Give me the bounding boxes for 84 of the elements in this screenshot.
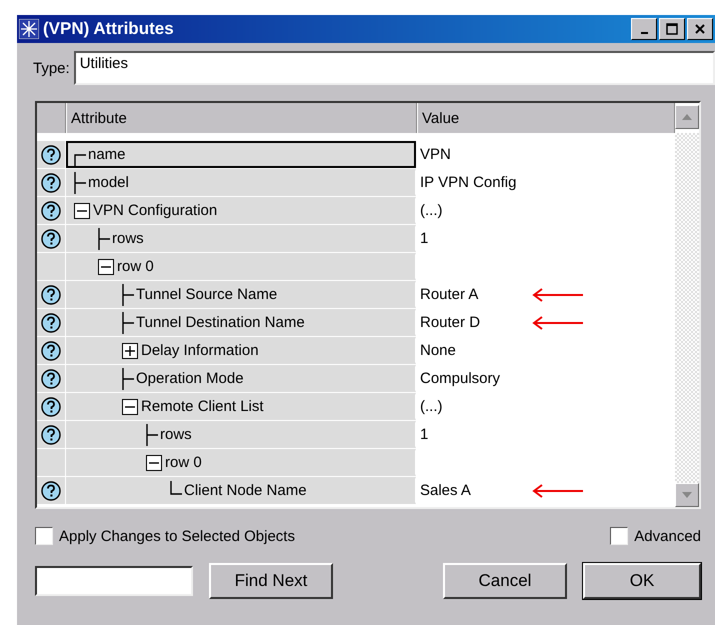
value-cell[interactable]: 1 — [416, 421, 675, 448]
help-icon[interactable] — [41, 284, 61, 304]
tree-connector — [146, 424, 158, 446]
maximize-button[interactable] — [659, 18, 685, 40]
attribute-name: VPN Configuration — [93, 202, 218, 219]
find-field[interactable] — [35, 566, 193, 596]
star-icon — [19, 19, 39, 39]
up-triangle-icon — [682, 114, 692, 120]
tree-connector — [74, 154, 86, 166]
type-label: Type: — [33, 60, 70, 76]
value-cell[interactable]: Compulsory — [416, 365, 675, 392]
tree-connector — [170, 480, 182, 494]
window-title: (VPN) Attributes — [43, 19, 174, 39]
help-icon[interactable] — [41, 480, 61, 500]
attribute-name: rows — [160, 426, 192, 443]
attribute-value: Compulsory — [420, 370, 502, 387]
value-cell[interactable]: Router D — [416, 309, 675, 336]
expander-icon[interactable] — [146, 454, 162, 470]
attribute-value: Sales A — [420, 482, 472, 499]
expander-icon[interactable] — [122, 342, 138, 358]
attribute-name: Tunnel Source Name — [136, 286, 278, 303]
column-header[interactable]: Attribute — [66, 103, 417, 133]
tree-connector — [98, 228, 110, 250]
attribute-name: Delay Information — [141, 342, 259, 359]
down-triangle-icon — [682, 492, 692, 498]
attribute-name: row 0 — [117, 258, 154, 275]
attribute-name: model — [88, 174, 129, 191]
attribute-name: Tunnel Destination Name — [136, 314, 305, 331]
value-cell[interactable]: (...) — [416, 393, 675, 420]
attribute-name: name — [88, 146, 126, 163]
attribute-value: (...) — [420, 202, 444, 219]
scroll-up-button[interactable] — [675, 105, 699, 129]
expander-icon[interactable] — [122, 398, 138, 414]
maximize-icon — [666, 23, 678, 35]
attribute-name: row 0 — [165, 454, 202, 471]
attribute-value: 1 — [420, 230, 430, 247]
expander-icon[interactable] — [98, 258, 114, 274]
attribute-value: (...) — [420, 398, 444, 415]
attribute-value: Router A — [420, 286, 480, 303]
attribute-value: IP VPN Config — [420, 174, 518, 191]
find-next-button[interactable]: Find Next — [209, 563, 333, 599]
tree-connector — [122, 368, 134, 390]
attribute-cell[interactable]: Delay Information — [66, 337, 416, 364]
value-cell[interactable]: IP VPN Config — [416, 169, 675, 196]
value-cell[interactable]: (...) — [416, 197, 675, 224]
value-cell[interactable]: None — [416, 337, 675, 364]
attribute-name: Remote Client List — [141, 398, 264, 415]
cancel-button[interactable]: Cancel — [443, 563, 567, 599]
attribute-name: Client Node Name — [184, 482, 307, 499]
advanced-checkbox[interactable]: Advanced — [610, 527, 701, 545]
scroll-down-button[interactable] — [675, 483, 699, 507]
attribute-value: None — [420, 342, 457, 359]
attribute-cell[interactable]: VPN Configuration — [66, 197, 416, 224]
help-icon[interactable] — [41, 368, 61, 388]
minimize-icon — [640, 32, 648, 34]
ok-button[interactable]: OK — [583, 563, 701, 599]
expander-icon[interactable] — [74, 202, 90, 218]
value-cell[interactable]: 1 — [416, 225, 675, 252]
tree-connector — [122, 284, 134, 306]
help-icon[interactable] — [41, 340, 61, 360]
help-icon[interactable] — [41, 228, 61, 248]
minimize-button[interactable] — [631, 18, 657, 40]
attribute-value: VPN — [420, 146, 452, 163]
help-icon[interactable] — [41, 424, 61, 444]
value-cell[interactable]: VPN — [416, 141, 675, 168]
tree-connector — [122, 312, 134, 334]
help-icon[interactable] — [41, 396, 61, 416]
attribute-cell[interactable]: name — [66, 141, 416, 168]
value-cell[interactable]: Sales A — [416, 477, 675, 504]
close-icon — [694, 23, 706, 35]
help-icon[interactable] — [41, 200, 61, 220]
help-icon[interactable] — [41, 144, 61, 164]
value-cell[interactable]: Router A — [416, 281, 675, 308]
attribute-name: Operation Mode — [136, 370, 244, 387]
apply-changes-checkbox[interactable]: Apply Changes to Selected Objects — [35, 527, 295, 545]
tree-connector — [74, 172, 86, 194]
help-icon[interactable] — [41, 172, 61, 192]
close-button[interactable] — [687, 18, 713, 40]
help-icon[interactable] — [41, 312, 61, 332]
type-field[interactable]: Utilities — [74, 51, 715, 85]
attribute-value: 1 — [420, 426, 430, 443]
attribute-value: Router D — [420, 314, 482, 331]
attribute-cell[interactable]: Remote Client List — [66, 393, 416, 420]
attribute-name: rows — [112, 230, 144, 247]
